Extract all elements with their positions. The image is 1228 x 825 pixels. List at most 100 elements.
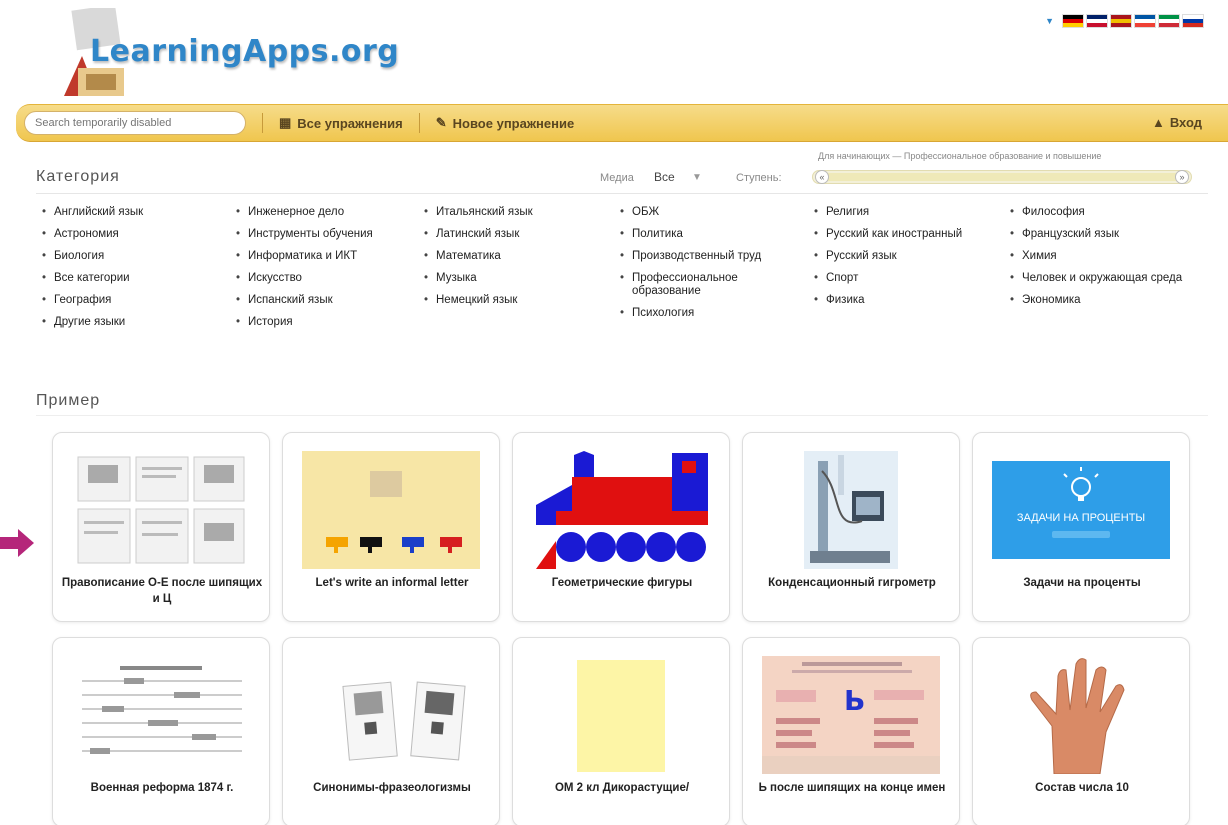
- card-thumbnail: ЗАДАЧИ НА ПРОЦЕНТЫ: [992, 451, 1170, 569]
- login-link[interactable]: ▲ Вход: [1152, 115, 1202, 130]
- thumb-letter-text: Ь: [844, 684, 865, 717]
- card-title: Синонимы-фразеологизмы: [313, 782, 471, 794]
- category-link[interactable]: Физика: [812, 294, 992, 307]
- category-link[interactable]: Другие языки: [40, 316, 220, 329]
- card-thumbnail: [302, 451, 480, 569]
- level-range-hint: Для начинающих — Профессиональное образо…: [818, 151, 1102, 161]
- category-link[interactable]: Инженерное дело: [234, 206, 409, 219]
- category-link[interactable]: Итальянский язык: [422, 206, 612, 219]
- logo-text: LearningApps.org: [90, 34, 400, 69]
- example-card[interactable]: Синонимы-фразеологизмы: [282, 637, 500, 825]
- category-link[interactable]: Психология: [618, 307, 808, 320]
- category-link[interactable]: Экономика: [1008, 294, 1208, 307]
- category-link[interactable]: Искусство: [234, 272, 409, 285]
- card-title: Состав числа 10: [1035, 782, 1129, 794]
- category-column-1: Английский язык Астрономия Биология Все кат…: [40, 206, 220, 338]
- category-link[interactable]: Испанский язык: [234, 294, 409, 307]
- level-slider-max-handle[interactable]: »: [1175, 170, 1189, 184]
- flag-es-icon[interactable]: [1110, 14, 1132, 28]
- example-card[interactable]: Let's write an informal letter: [282, 432, 500, 622]
- pencil-icon: ✎: [435, 115, 447, 130]
- flag-it-icon[interactable]: [1158, 14, 1180, 28]
- category-link[interactable]: ОБЖ: [618, 206, 808, 219]
- level-slider-min-handle[interactable]: «: [815, 170, 829, 184]
- category-link[interactable]: Французский язык: [1008, 228, 1208, 241]
- category-link[interactable]: Немецкий язык: [422, 294, 612, 307]
- chevron-down-icon[interactable]: ▼: [1045, 16, 1054, 26]
- card-title: Военная реформа 1874 г.: [90, 782, 234, 794]
- card-thumbnail: [992, 656, 1170, 774]
- category-link[interactable]: Все категории: [40, 272, 220, 285]
- category-link[interactable]: Инструменты обучения: [234, 228, 409, 241]
- category-link[interactable]: Химия: [1008, 250, 1208, 263]
- card-thumbnail: [532, 656, 710, 774]
- category-link[interactable]: Русский язык: [812, 250, 992, 263]
- card-title: Ь после шипящих на конце имен: [758, 782, 946, 794]
- flag-uk-icon[interactable]: [1086, 14, 1108, 28]
- card-thumbnail: [302, 656, 480, 774]
- user-icon: ▲: [1151, 115, 1165, 130]
- category-link[interactable]: Математика: [422, 250, 612, 263]
- category-column-5: Религия Русский как иностранный Русский яз…: [812, 206, 992, 316]
- card-title: Правописание О-Е после шипящих и Ц: [61, 577, 263, 605]
- category-link[interactable]: Философия: [1008, 206, 1208, 219]
- level-label: Ступень:: [736, 172, 782, 184]
- nav-divider: [418, 113, 420, 133]
- logo[interactable]: LearningApps.org: [40, 6, 460, 100]
- example-card[interactable]: Правописание О-Е после шипящих и Ц: [52, 432, 270, 622]
- new-exercise-link[interactable]: ✎ Новое упражнение: [436, 115, 574, 131]
- category-column-3: Итальянский язык Латинский язык Математика…: [422, 206, 612, 316]
- category-link[interactable]: Латинский язык: [422, 228, 612, 241]
- language-selector[interactable]: ▼: [1045, 14, 1204, 28]
- card-thumbnail: Ь: [762, 656, 940, 774]
- arrow-right-icon: [0, 529, 34, 557]
- example-card[interactable]: ЗАДАЧИ НА ПРОЦЕНТЫ Задачи на проценты: [972, 432, 1190, 622]
- category-link[interactable]: Русский как иностранный: [812, 228, 992, 241]
- card-thumbnail: [72, 451, 250, 569]
- flag-de-icon[interactable]: [1062, 14, 1084, 28]
- category-link[interactable]: Астрономия: [40, 228, 220, 241]
- category-link[interactable]: Человек и окружающая среда: [1008, 272, 1208, 285]
- category-column-4: ОБЖ Политика Производственный труд Професси…: [618, 206, 808, 329]
- category-link[interactable]: Биология: [40, 250, 220, 263]
- level-slider-range: [821, 173, 1183, 181]
- example-card[interactable]: Состав числа 10: [972, 637, 1190, 825]
- media-label: Медиа: [600, 172, 634, 184]
- card-thumbnail: [532, 451, 710, 569]
- category-divider: [36, 193, 1208, 194]
- grid-icon: ▦: [279, 115, 292, 130]
- category-link[interactable]: Музыка: [422, 272, 612, 285]
- card-title: Задачи на проценты: [1023, 577, 1141, 589]
- card-thumbnail: [762, 451, 940, 569]
- category-link[interactable]: Политика: [618, 228, 808, 241]
- flag-ru-icon[interactable]: [1182, 14, 1204, 28]
- chevron-down-icon[interactable]: ▼: [692, 172, 702, 183]
- category-column-2: Инженерное дело Инструменты обучения Инфор…: [234, 206, 409, 338]
- example-card[interactable]: ОМ 2 кл Дикорастущие/: [512, 637, 730, 825]
- example-card[interactable]: Военная реформа 1874 г.: [52, 637, 270, 825]
- category-link[interactable]: Спорт: [812, 272, 992, 285]
- category-link[interactable]: География: [40, 294, 220, 307]
- category-link[interactable]: Производственный труд: [618, 250, 808, 263]
- flag-fr-icon[interactable]: [1134, 14, 1156, 28]
- example-card[interactable]: Конденсационный гигрометр: [742, 432, 960, 622]
- main-navbar: ▦ Все упражнения ✎ Новое упражнение ▲ Вх…: [16, 104, 1228, 142]
- category-heading: Категория: [36, 168, 120, 185]
- example-card[interactable]: Геометрические фигуры: [512, 432, 730, 622]
- examples-heading: Пример: [36, 392, 101, 409]
- search-input[interactable]: [24, 111, 246, 135]
- media-select[interactable]: Все: [654, 170, 675, 184]
- example-card[interactable]: Ь Ь после шипящих на конце имен: [742, 637, 960, 825]
- all-exercises-link[interactable]: ▦ Все упражнения: [279, 115, 403, 131]
- nav-divider: [262, 113, 263, 133]
- category-link[interactable]: История: [234, 316, 409, 329]
- category-link[interactable]: Английский язык: [40, 206, 220, 219]
- level-slider[interactable]: « »: [812, 170, 1192, 184]
- category-link[interactable]: Профессиональное образование: [618, 272, 808, 298]
- card-title: Геометрические фигуры: [551, 577, 693, 589]
- login-label: Вход: [1169, 115, 1202, 130]
- category-link[interactable]: Информатика и ИКТ: [234, 250, 409, 263]
- examples-divider: [36, 415, 1208, 416]
- category-link[interactable]: Религия: [812, 206, 992, 219]
- card-title: ОМ 2 кл Дикорастущие/: [554, 782, 690, 794]
